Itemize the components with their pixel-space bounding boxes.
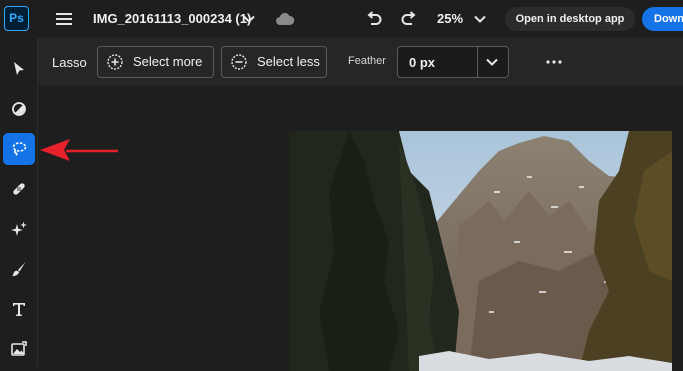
tool-brush[interactable] xyxy=(3,253,35,285)
bandage-icon xyxy=(13,183,25,195)
annotation-arrow-icon xyxy=(40,139,118,161)
select-less-button[interactable]: Select less xyxy=(221,46,327,78)
open-in-desktop-button[interactable]: Open in desktop app xyxy=(505,7,635,31)
sparkle-icon xyxy=(11,221,27,236)
hamburger-menu-icon[interactable] xyxy=(55,10,73,28)
add-circle-icon xyxy=(107,54,123,70)
redo-icon[interactable] xyxy=(400,10,418,28)
select-more-button[interactable]: Select more xyxy=(97,46,214,78)
download-button[interactable]: Down xyxy=(642,7,683,31)
contrast-icon xyxy=(12,102,26,116)
tool-adjust[interactable] xyxy=(3,93,35,125)
more-options-icon[interactable] xyxy=(546,60,562,64)
tools-panel xyxy=(0,38,38,366)
photoshop-logo[interactable]: Ps xyxy=(4,6,29,31)
feather-value[interactable]: 0 px xyxy=(409,55,435,70)
tool-type[interactable] xyxy=(3,293,35,325)
type-icon xyxy=(13,303,25,316)
lasso-icon xyxy=(12,142,27,156)
tool-options-bar: Lasso Select more Select less Feather 0 … xyxy=(38,38,683,86)
feather-input[interactable]: 0 px xyxy=(397,46,509,78)
chevron-down-icon[interactable] xyxy=(242,12,256,26)
tool-name-label: Lasso xyxy=(52,55,87,70)
cloud-icon xyxy=(276,12,295,25)
select-less-label: Select less xyxy=(257,54,320,69)
image-edit-icon xyxy=(11,341,27,356)
top-bar: Ps IMG_20161113_000234 (1) 25% Open in d… xyxy=(0,0,683,38)
subtract-circle-icon xyxy=(231,54,247,70)
document-image[interactable] xyxy=(289,131,672,371)
feather-chevron-down-icon[interactable] xyxy=(485,55,499,69)
tool-image[interactable] xyxy=(3,333,35,365)
undo-icon[interactable] xyxy=(365,10,383,28)
tool-lasso[interactable] xyxy=(3,133,35,165)
arrow-pointer-icon xyxy=(14,62,24,75)
feather-divider xyxy=(477,47,478,77)
tool-generative[interactable] xyxy=(3,213,35,245)
document-title[interactable]: IMG_20161113_000234 (1) xyxy=(93,11,251,26)
zoom-level[interactable]: 25% xyxy=(437,11,463,26)
tool-select[interactable] xyxy=(3,53,35,85)
brush-icon xyxy=(12,262,26,277)
tool-heal[interactable] xyxy=(3,173,35,205)
select-more-label: Select more xyxy=(133,54,203,69)
feather-label: Feather xyxy=(348,55,386,67)
zoom-chevron-down-icon[interactable] xyxy=(473,12,487,26)
